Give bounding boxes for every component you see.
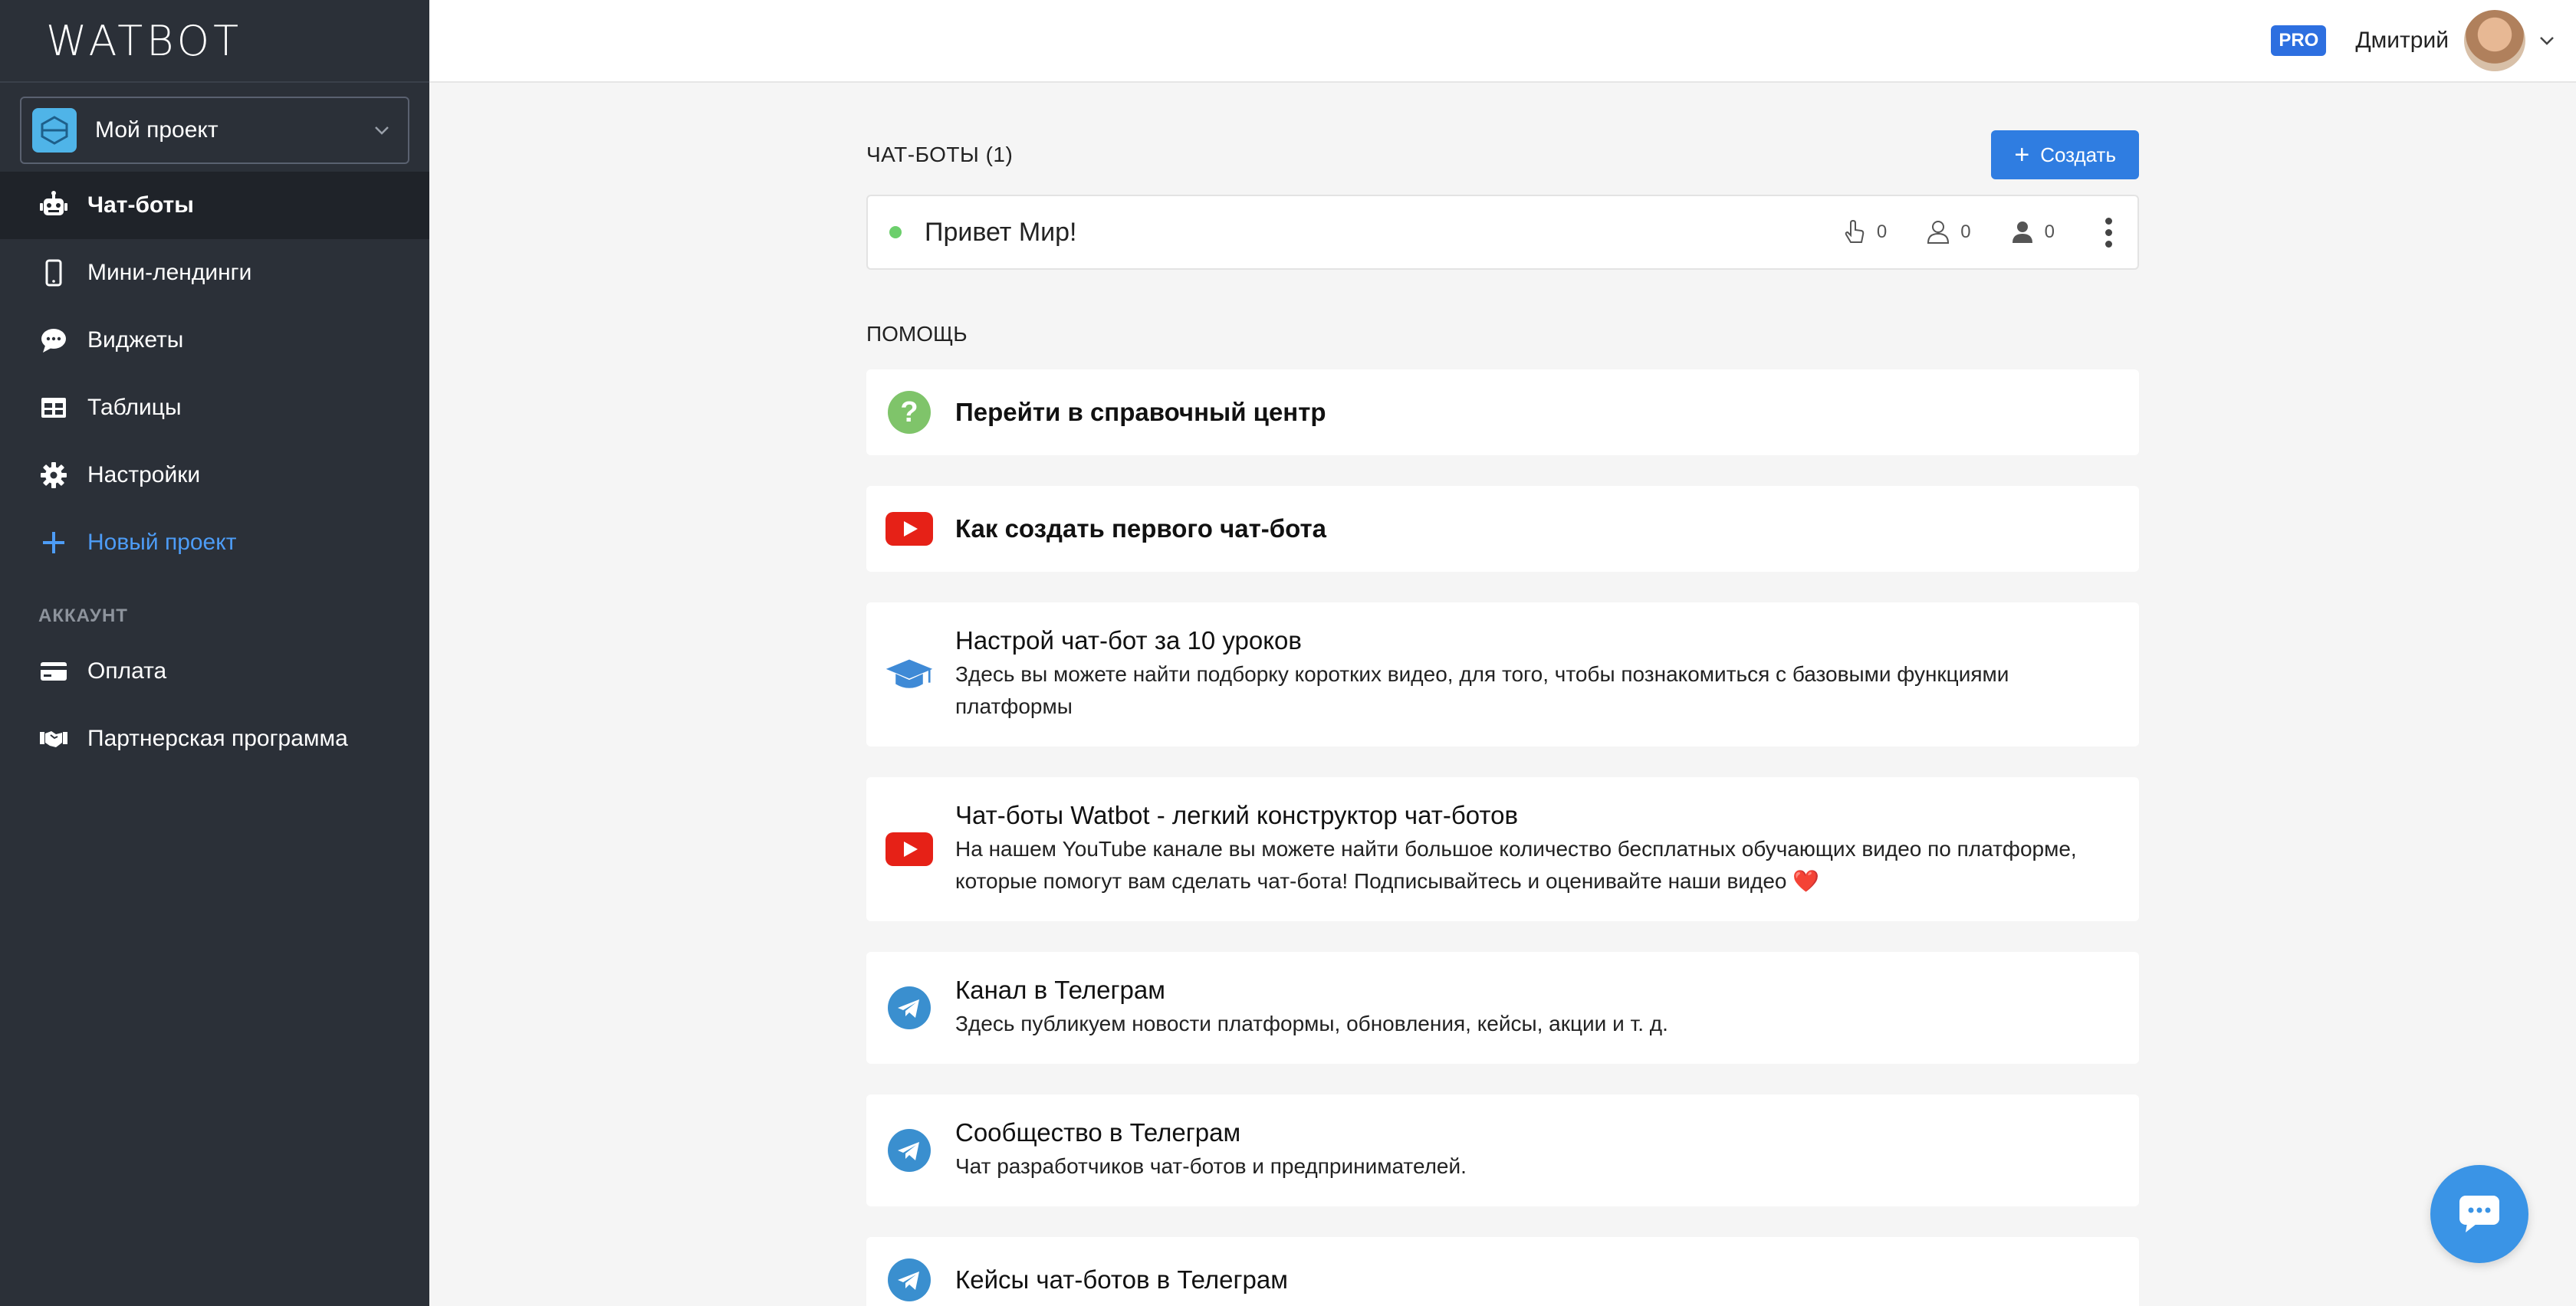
sidebar-item-new-project[interactable]: Новый проект xyxy=(0,509,429,576)
help-title: Настрой чат-бот за 10 уроков xyxy=(955,626,1302,655)
sidebar: WATBOT Мой проект Чат-боты Мини-лендинги xyxy=(0,0,429,1306)
telegram-icon xyxy=(885,1255,934,1304)
status-dot xyxy=(889,226,902,238)
telegram-icon xyxy=(885,1126,934,1175)
question-circle-icon: ? xyxy=(885,388,934,437)
credit-card-icon xyxy=(38,656,69,687)
sidebar-item-label: Мини-лендинги xyxy=(87,260,252,285)
create-button-label: Создать xyxy=(2040,143,2116,166)
youtube-icon xyxy=(885,504,934,553)
handshake-icon xyxy=(38,724,69,754)
sidebar-item-label: Оплата xyxy=(87,658,167,684)
bot-name[interactable]: Привет Мир! xyxy=(925,218,1803,248)
help-title: Перейти в справочный центр xyxy=(955,398,1326,426)
telegram-icon xyxy=(885,983,934,1032)
user-outline-icon xyxy=(1927,221,1950,244)
sidebar-item-chatbots[interactable]: Чат-боты xyxy=(0,172,429,239)
logo-area: WATBOT xyxy=(0,0,429,83)
sidebar-item-widgets[interactable]: Виджеты xyxy=(0,307,429,374)
help-title: Канал в Телеграм xyxy=(955,976,1165,1004)
plus-icon xyxy=(38,527,69,558)
plus-icon: + xyxy=(2014,139,2030,169)
pointer-hand-icon xyxy=(1845,219,1865,243)
sidebar-item-label: Новый проект xyxy=(87,530,237,555)
project-selector[interactable]: Мой проект xyxy=(20,97,409,164)
help-description: Здесь публикуем новости платформы, обнов… xyxy=(955,1012,1668,1035)
help-title: Чат-боты Watbot - легкий конструктор чат… xyxy=(955,801,1519,829)
account-section-label: АККАУНТ xyxy=(38,605,128,626)
help-card-first-bot-video[interactable]: Как создать первого чат-бота xyxy=(866,486,2139,572)
gear-icon xyxy=(38,460,69,491)
pro-badge: PRO xyxy=(2271,25,2327,56)
svg-text:?: ? xyxy=(900,396,918,428)
clicks-count: 0 xyxy=(1876,221,1888,242)
users-stat: 0 xyxy=(2009,219,2055,245)
more-options-icon[interactable] xyxy=(2101,217,2116,248)
youtube-icon xyxy=(885,825,934,874)
subscribers-stat: 0 xyxy=(1925,219,1971,245)
smartphone-icon xyxy=(38,258,69,288)
sidebar-item-label: Виджеты xyxy=(87,327,184,353)
help-title: Кейсы чат-ботов в Телеграм xyxy=(955,1265,1288,1294)
avatar[interactable] xyxy=(2464,10,2525,71)
clicks-stat: 0 xyxy=(1842,219,1887,245)
help-card-telegram-community[interactable]: Сообщество в Телеграм Чат разработчиков … xyxy=(866,1094,2139,1206)
help-description: Чат разработчиков чат-ботов и предприним… xyxy=(955,1154,1467,1178)
user-solid-icon xyxy=(2012,221,2032,243)
main-content: ЧАТ-БОТЫ (1) + Создать Привет Мир! 0 0 0 xyxy=(866,130,2139,1306)
help-card-youtube-channel[interactable]: Чат-боты Watbot - легкий конструктор чат… xyxy=(866,777,2139,921)
watbot-logo[interactable]: WATBOT xyxy=(46,17,242,65)
help-description: Здесь вы можете найти подборку коротких … xyxy=(955,662,2009,718)
sidebar-item-settings[interactable]: Настройки xyxy=(0,441,429,509)
project-logo-icon xyxy=(32,108,77,153)
help-card-telegram-channel[interactable]: Канал в Телеграм Здесь публикуем новости… xyxy=(866,952,2139,1064)
help-title: Сообщество в Телеграм xyxy=(955,1118,1241,1147)
help-description: На нашем YouTube канале вы можете найти … xyxy=(955,837,2077,893)
help-card-telegram-cases[interactable]: Кейсы чат-ботов в Телеграм xyxy=(866,1237,2139,1306)
sidebar-item-label: Партнерская программа xyxy=(87,726,348,751)
sidebar-item-partner[interactable]: Партнерская программа xyxy=(0,705,429,773)
help-card-lessons[interactable]: Настрой чат-бот за 10 уроков Здесь вы мо… xyxy=(866,602,2139,747)
table-icon xyxy=(38,392,69,423)
robot-icon xyxy=(38,190,69,221)
bots-section-title: ЧАТ-БОТЫ (1) xyxy=(866,143,1014,166)
username[interactable]: Дмитрий xyxy=(2355,28,2449,54)
sidebar-item-payment[interactable]: Оплата xyxy=(0,638,429,705)
graduation-cap-icon xyxy=(885,650,934,699)
chevron-down-icon[interactable] xyxy=(2536,30,2558,51)
bots-header: ЧАТ-БОТЫ (1) + Создать xyxy=(866,130,2139,179)
bot-card[interactable]: Привет Мир! 0 0 0 xyxy=(866,195,2139,270)
users-count: 0 xyxy=(2044,221,2055,242)
sidebar-item-label: Настройки xyxy=(87,462,201,487)
sidebar-item-label: Таблицы xyxy=(87,395,182,420)
app-root: WATBOT Мой проект Чат-боты Мини-лендинги xyxy=(0,0,2576,1306)
top-header: PRO Дмитрий xyxy=(429,0,2576,83)
help-card-help-center[interactable]: ? Перейти в справочный центр xyxy=(866,369,2139,455)
create-bot-button[interactable]: + Создать xyxy=(1991,130,2139,179)
sidebar-item-label: Чат-боты xyxy=(87,192,194,218)
chat-bubble-icon xyxy=(38,325,69,356)
help-title: Как создать первого чат-бота xyxy=(955,514,1326,543)
sidebar-item-mini-landings[interactable]: Мини-лендинги xyxy=(0,239,429,307)
chevron-down-icon xyxy=(375,126,389,135)
support-chat-button[interactable] xyxy=(2430,1165,2528,1263)
sidebar-item-tables[interactable]: Таблицы xyxy=(0,374,429,441)
subscribers-count: 0 xyxy=(1960,221,1971,242)
project-name: Мой проект xyxy=(95,117,219,143)
chat-icon xyxy=(2459,1196,2499,1232)
sidebar-nav: Чат-боты Мини-лендинги Виджеты Таблицы Н… xyxy=(0,172,429,773)
help-section-title: ПОМОЩЬ xyxy=(866,322,968,346)
